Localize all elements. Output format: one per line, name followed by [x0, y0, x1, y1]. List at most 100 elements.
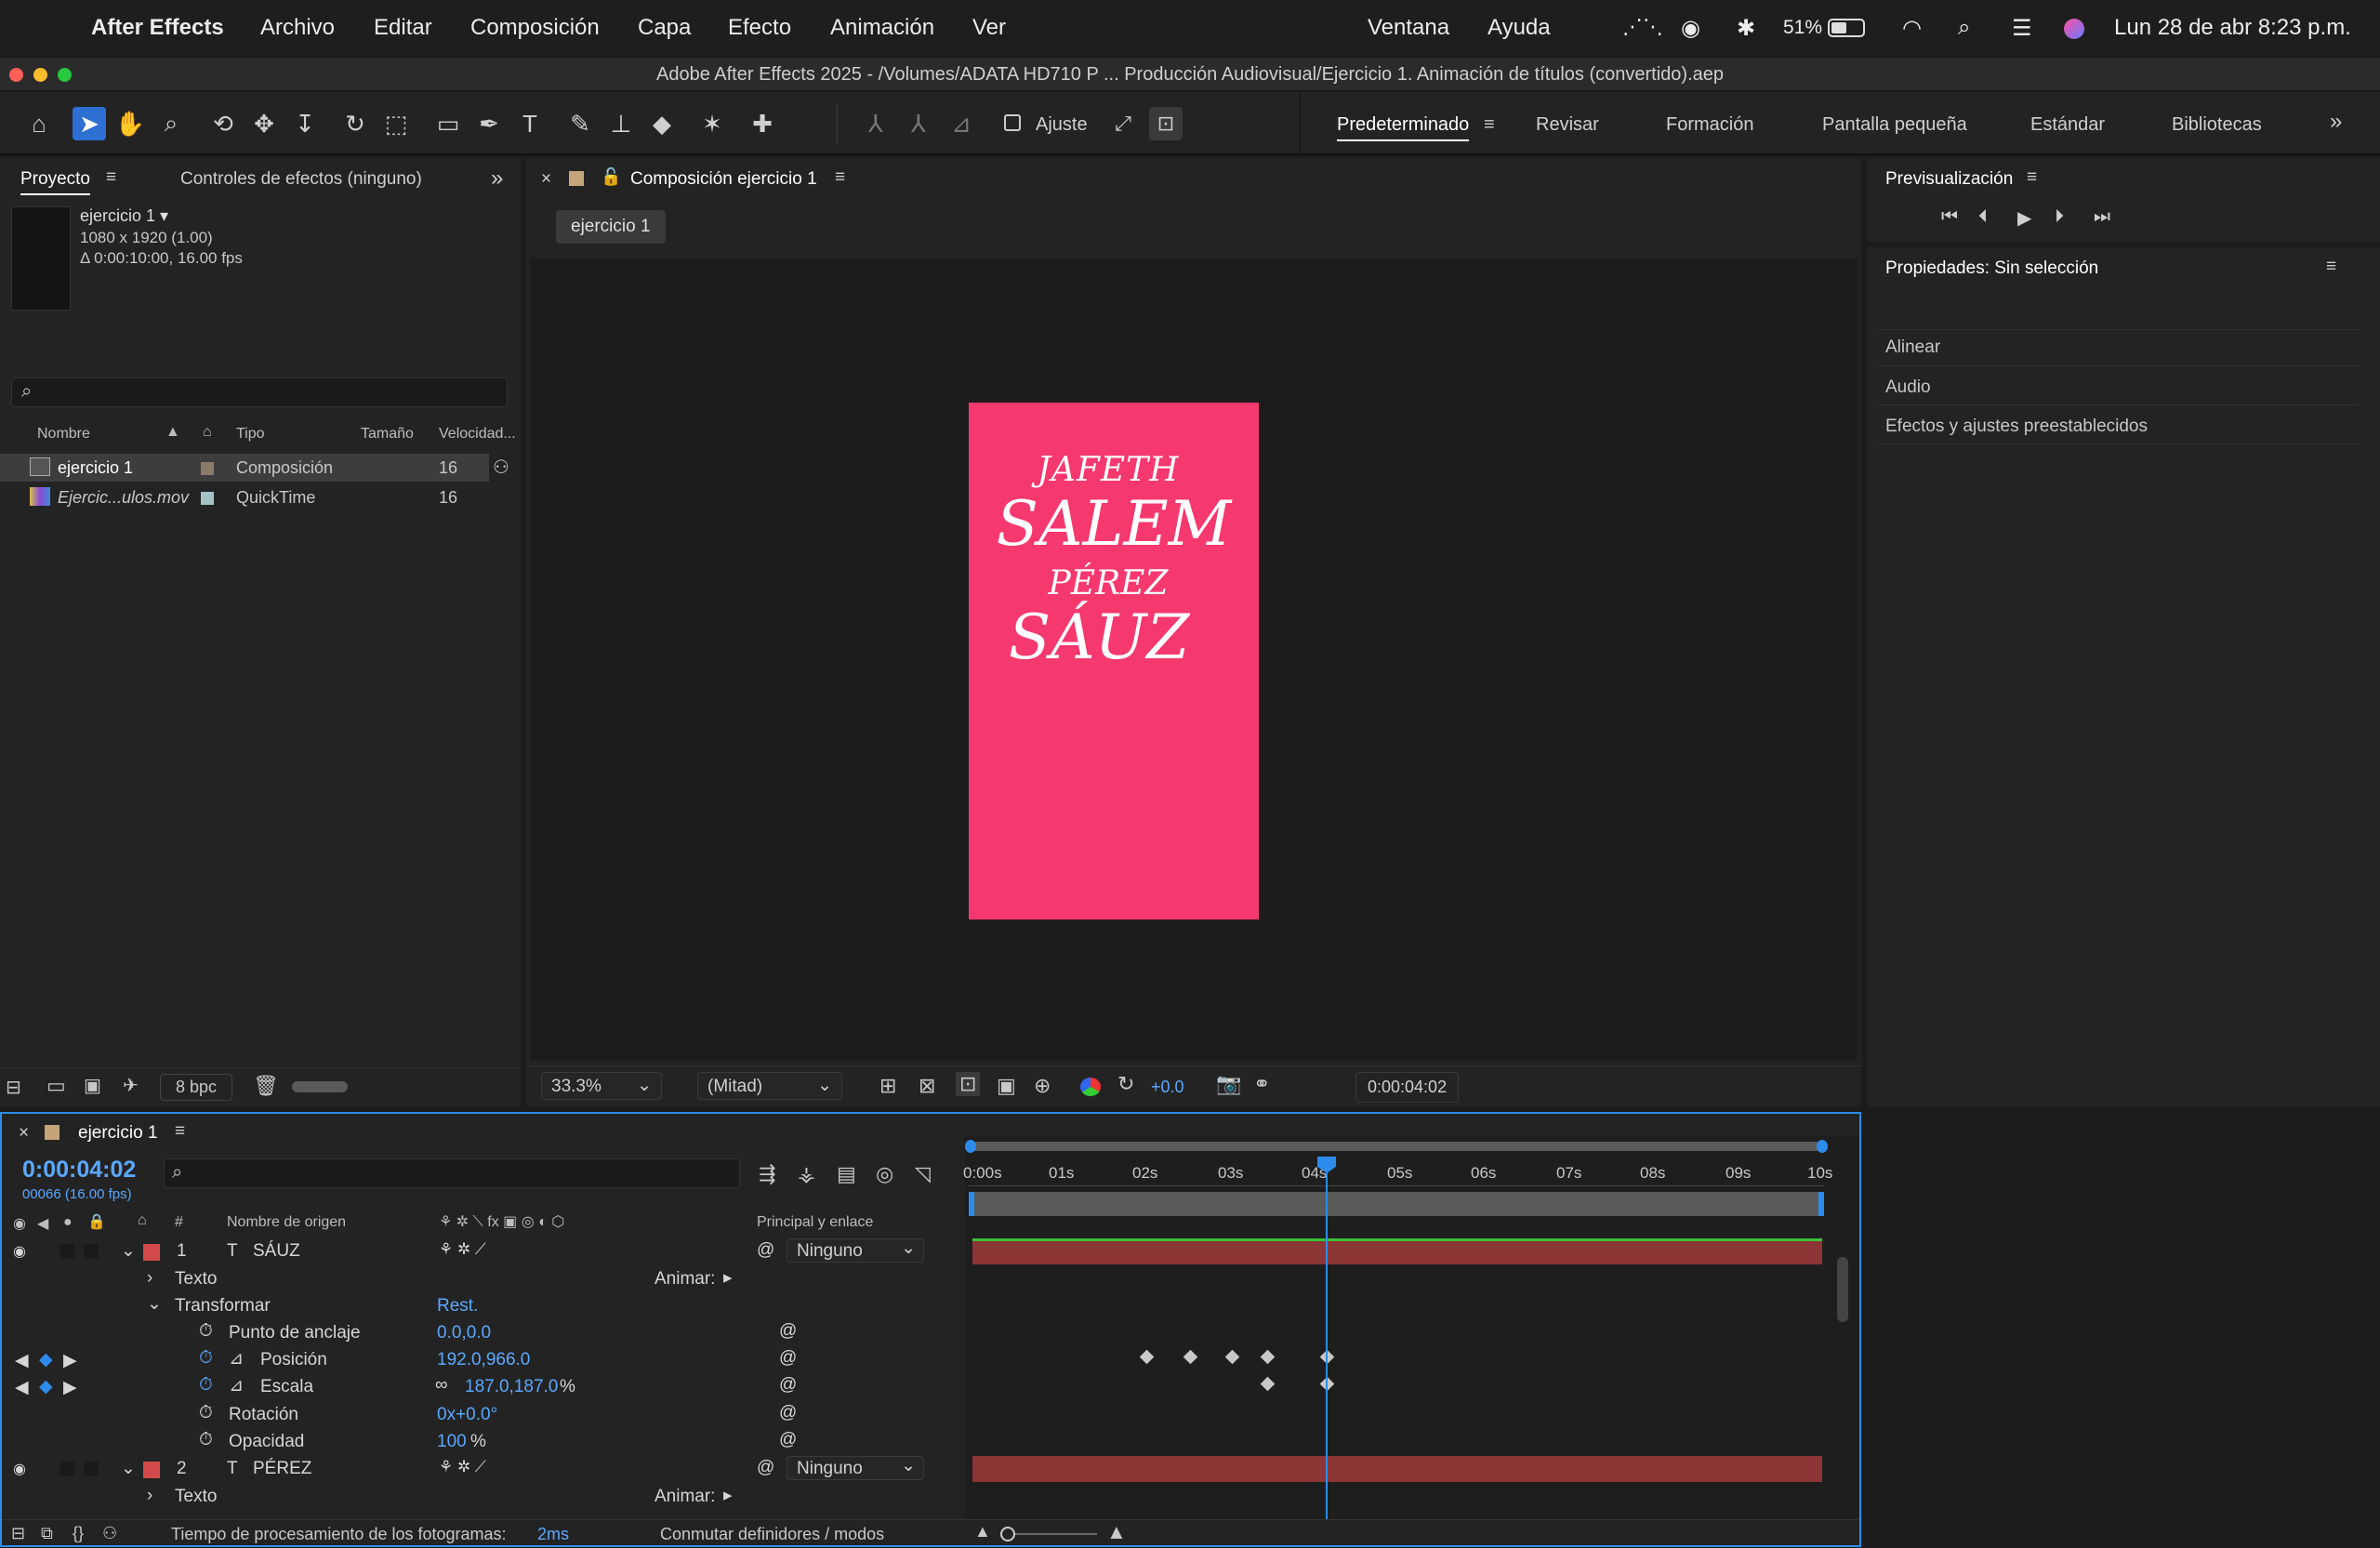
selection-tool-icon[interactable]: ➤	[73, 107, 106, 140]
chevron-down-icon[interactable]: ⌄	[147, 1293, 162, 1315]
eye-icon[interactable]: ◉	[13, 1214, 26, 1233]
play-circle-icon[interactable]: ◉	[1681, 15, 1700, 42]
viewer-timecode[interactable]: 0:00:04:02	[1355, 1072, 1460, 1103]
navigator-start-handle[interactable]	[965, 1140, 976, 1153]
solo-checkbox[interactable]	[60, 1244, 74, 1259]
chevron-right-icon[interactable]: ›	[147, 1268, 152, 1289]
parent-header[interactable]: Principal y enlace	[757, 1214, 873, 1231]
constrain-proportions-icon[interactable]: ∞	[435, 1375, 448, 1396]
property-value[interactable]: 0.0,0.0	[437, 1323, 491, 1343]
section-effects-presets[interactable]: Efectos y ajustes preestablecidos	[1878, 407, 2358, 444]
expression-pickwhip-icon[interactable]: @	[779, 1403, 797, 1423]
comp-flowchart-icon[interactable]: ⇶	[759, 1162, 775, 1186]
sort-asc-icon[interactable]: ▲	[165, 424, 180, 441]
next-frame-icon[interactable]: ⏵	[2055, 206, 2064, 228]
fast-preview-icon[interactable]: ⊞	[879, 1074, 896, 1098]
app-menu[interactable]: After Effects	[91, 15, 224, 41]
lock-checkbox[interactable]	[84, 1462, 99, 1476]
dolly-tool-icon[interactable]: ↧	[288, 107, 322, 140]
comp-menu-icon[interactable]: ≡	[835, 167, 845, 188]
timeline-scrollbar[interactable]	[1837, 1257, 1848, 1322]
menu-ayuda[interactable]: Ayuda	[1488, 15, 1551, 41]
playhead[interactable]	[1317, 1157, 1336, 1519]
timeline-search-input[interactable]: ⌕	[164, 1158, 740, 1188]
interpret-footage-icon[interactable]: ⊟	[6, 1076, 21, 1099]
behind-tool-icon[interactable]: ⬚	[379, 107, 413, 140]
close-window-button[interactable]	[9, 68, 23, 82]
frame-blending-icon[interactable]: ◎	[876, 1162, 893, 1186]
label-color-swatch[interactable]	[201, 462, 214, 475]
graph-icon[interactable]: ⊿	[229, 1375, 244, 1396]
roto-brush-icon[interactable]: ✶	[695, 107, 729, 140]
comp-viewer[interactable]: JAFETH SALEM PÉREZ SÁUZ	[530, 258, 1858, 1060]
reset-exposure-icon[interactable]: ↻	[1117, 1072, 1134, 1096]
prev-keyframe-icon[interactable]: ◀	[15, 1377, 29, 1398]
more-workspaces-icon[interactable]: »	[2330, 109, 2342, 135]
puppet-tool-icon[interactable]: ✚	[746, 107, 779, 140]
axis-world-icon[interactable]: ⅄	[902, 107, 935, 140]
property-group-row[interactable]: › Texto Animar: ▸	[2, 1266, 965, 1293]
toggle-switches-modes[interactable]: Conmutar definidores / modos	[660, 1525, 884, 1544]
layer-name[interactable]: SÁUZ	[253, 1241, 300, 1262]
zoom-window-button[interactable]	[58, 68, 72, 82]
property-row[interactable]: ⏱ Rotación 0x+0.0° @	[2, 1402, 965, 1429]
visibility-icon[interactable]: ◉	[13, 1242, 26, 1261]
flowchart-icon[interactable]: ⚇	[493, 456, 509, 479]
parent-dropdown[interactable]: Ninguno ⌄	[787, 1456, 924, 1480]
search-icon[interactable]: ⌕	[1958, 15, 1970, 41]
lock-icon[interactable]: 🔓	[601, 167, 621, 187]
grid-guides-icon[interactable]: ⊕	[1034, 1074, 1051, 1098]
menu-animacion[interactable]: Animación	[830, 15, 934, 41]
expression-pickwhip-icon[interactable]: @	[779, 1375, 797, 1396]
draft-3d-icon[interactable]: ⚶	[798, 1162, 815, 1186]
zoom-slider[interactable]	[1000, 1527, 1097, 1541]
menu-capa[interactable]: Capa	[638, 15, 691, 41]
battery-icon[interactable]	[1828, 19, 1865, 37]
expression-pickwhip-icon[interactable]: @	[779, 1430, 797, 1450]
keyframe-toggle-icon[interactable]: ◆	[39, 1376, 53, 1397]
pickwhip-icon[interactable]: @	[757, 1458, 774, 1478]
animate-add-icon[interactable]: ▸	[723, 1485, 733, 1506]
property-row[interactable]: ◀ ◆ ▶ ⏱ ⊿ Posición 192.0,966.0 @	[2, 1347, 965, 1374]
menu-ventana[interactable]: Ventana	[1368, 15, 1449, 41]
chevron-right-icon[interactable]: ›	[147, 1486, 152, 1506]
label-tag-icon[interactable]: ⌂	[138, 1212, 147, 1229]
mask-visibility-icon[interactable]: ⊡	[956, 1072, 981, 1096]
minimize-window-button[interactable]	[33, 68, 47, 82]
keyframe[interactable]	[1183, 1349, 1198, 1365]
snap-checkbox[interactable]	[1004, 114, 1021, 131]
shy-layers-icon[interactable]: ▤	[837, 1162, 856, 1186]
workspace-bibliotecas[interactable]: Bibliotecas	[2172, 114, 2262, 136]
pickwhip-icon[interactable]: @	[757, 1240, 774, 1261]
home-icon[interactable]: ⌂	[22, 107, 56, 140]
eraser-tool-icon[interactable]: ◆	[645, 107, 679, 140]
last-frame-icon[interactable]: ⏭	[2094, 206, 2110, 228]
axis-view-icon[interactable]: ⊿	[945, 107, 978, 140]
play-icon[interactable]: ▶	[2017, 206, 2031, 230]
time-ruler[interactable]: 0:00s 01s 02s 03s 04s 05s 06s 07s 08s 09…	[963, 1155, 1832, 1186]
new-composition-icon[interactable]: ▣	[84, 1074, 101, 1097]
channel-icon[interactable]	[1080, 1078, 1101, 1096]
tab-composition[interactable]: Composición ejercicio 1	[630, 169, 817, 190]
switches-header-icon[interactable]: ⚘ ✲ ⟍ fx ▣ ◎ ◐ ⬡	[439, 1212, 564, 1231]
clone-tool-icon[interactable]: ⊥	[604, 107, 638, 140]
workspace-menu-icon[interactable]: ≡	[1484, 114, 1495, 136]
pan-tool-icon[interactable]: ✥	[247, 107, 281, 140]
graph-editor-icon[interactable]: ◹	[915, 1162, 931, 1186]
graph-icon[interactable]: ⊿	[229, 1348, 244, 1369]
workspace-estandar[interactable]: Estándar	[2030, 114, 2105, 136]
brush-tool-icon[interactable]: ✎	[563, 107, 597, 140]
keyframe[interactable]	[1139, 1349, 1155, 1365]
show-snapshot-icon[interactable]: ⚭	[1253, 1072, 1270, 1096]
reset-link[interactable]: Rest.	[437, 1296, 478, 1316]
preview-title[interactable]: Previsualización	[1885, 169, 2013, 190]
menu-datetime[interactable]: Lun 28 de abr 8:23 p.m.	[2114, 15, 2351, 41]
bluetooth-icon[interactable]: ✱	[1737, 15, 1755, 42]
rectangle-tool-icon[interactable]: ▭	[431, 107, 465, 140]
layer-bar-2[interactable]	[972, 1456, 1822, 1482]
stopwatch-icon[interactable]: ⏱	[199, 1375, 213, 1396]
project-item-row[interactable]: Ejercic...ulos.mov QuickTime 16	[0, 483, 489, 511]
new-folder-icon[interactable]: ▭	[46, 1074, 66, 1098]
project-item-row[interactable]: ejercicio 1 Composición 16	[0, 454, 489, 482]
snapshot-icon[interactable]: 📷	[1216, 1072, 1241, 1096]
